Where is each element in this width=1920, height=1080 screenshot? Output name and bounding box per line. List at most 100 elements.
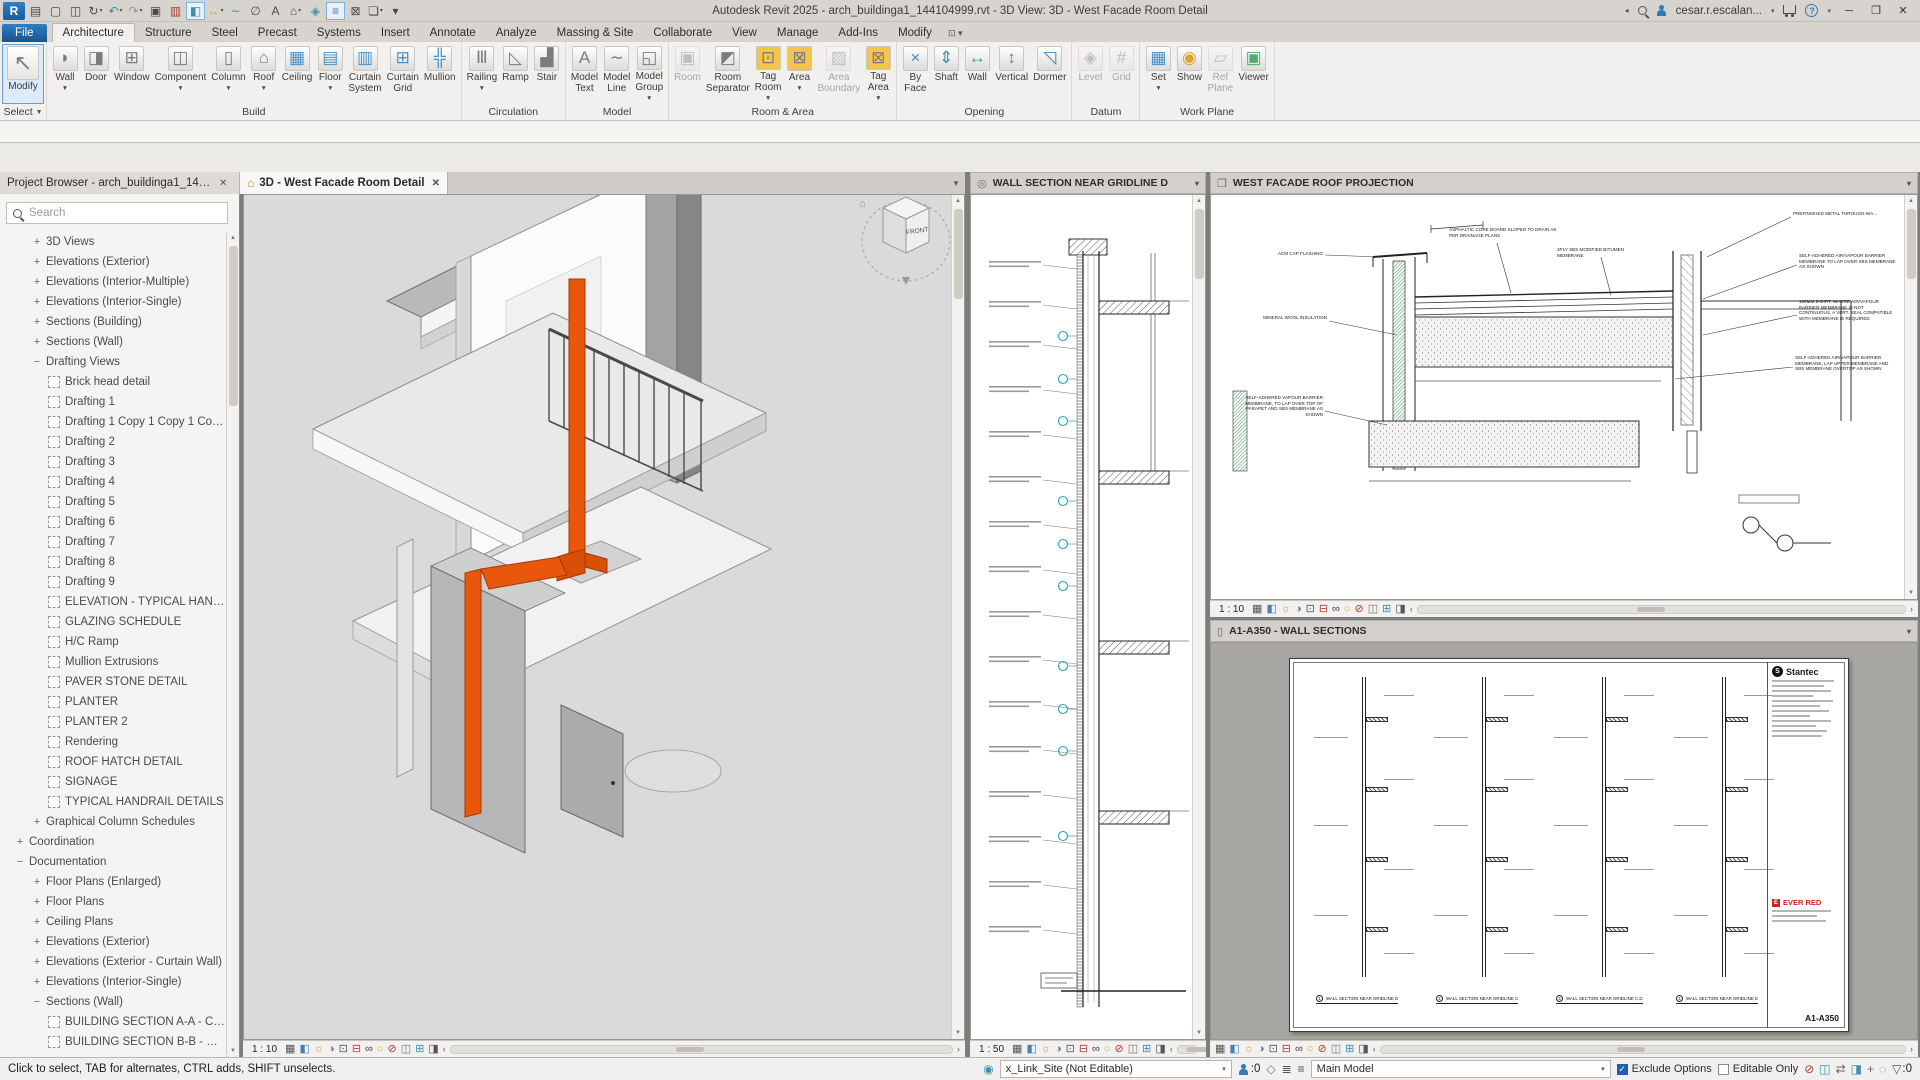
ribbon-button-shaft[interactable]: ⇕ Shaft (931, 45, 961, 103)
ribbon-tab-view[interactable]: View (722, 24, 767, 42)
tree-item-floor-plans[interactable]: + Floor Plans (0, 892, 226, 912)
link-list-icon[interactable]: ≡ (1298, 1062, 1305, 1076)
sun-path-icon[interactable]: ☼ (1281, 603, 1291, 615)
analytical-model-icon[interactable]: ⊞ (1345, 1043, 1354, 1055)
wall-section-canvas[interactable]: ▲ ▼ (970, 194, 1206, 1040)
design-options-icon[interactable]: ◇ (1266, 1062, 1275, 1076)
horizontal-scrollbar[interactable] (1416, 604, 1906, 614)
tree-item-drafting-views[interactable]: − Drafting Views (0, 352, 226, 372)
dropdown-chevron-icon[interactable]: ▼ (796, 85, 802, 92)
visual-style-icon[interactable]: ◧ (299, 1043, 309, 1055)
select-ring-icon[interactable]: ◌ (1879, 1062, 1886, 1076)
expand-icon[interactable]: + (31, 876, 43, 888)
dropdown-chevron-icon[interactable]: ▼ (261, 85, 267, 92)
save-icon[interactable]: ◫ (66, 2, 85, 20)
minimize-button[interactable]: ─ (1840, 5, 1858, 17)
temporary-view-properties-icon[interactable]: ◫ (1331, 1043, 1341, 1055)
view-scale[interactable]: 1 : 50 (975, 1044, 1008, 1055)
crop-view-icon[interactable]: ⊡ (1269, 1043, 1278, 1055)
tree-item-drafting-1-copy-1-copy-1-copy-1[interactable]: Drafting 1 Copy 1 Copy 1 Copy 1 (0, 412, 226, 432)
default-3d-view-icon[interactable]: ⌂ ▾ (286, 2, 305, 20)
editable-only-checkbox[interactable]: Editable Only (1717, 1063, 1798, 1075)
tree-item-drafting-3[interactable]: Drafting 3 (0, 452, 226, 472)
sheet-window-titlebar[interactable]: ▯ A1-A350 - WALL SECTIONS ▾ (1210, 620, 1918, 642)
tree-item-coordination[interactable]: + Coordination (0, 832, 226, 852)
ribbon-button-ramp[interactable]: ◺ Ramp (500, 45, 531, 103)
shadows-icon[interactable]: ◑ (1055, 1043, 1062, 1055)
worksharing-display-icon[interactable]: ⊘ (388, 1043, 397, 1055)
tree-item-drafting-8[interactable]: Drafting 8 (0, 552, 226, 572)
panel-dropdown-icon[interactable]: ▼ (36, 109, 43, 116)
ribbon-button-area[interactable]: ⊠ Area ▼ (784, 45, 814, 103)
dropdown-chevron-icon[interactable]: ▼ (62, 85, 68, 92)
section-icon[interactable]: ◈ (306, 2, 325, 20)
tree-item-drafting-7[interactable]: Drafting 7 (0, 532, 226, 552)
roof-projection-window-titlebar[interactable]: ❐ WEST FACADE ROOF PROJECTION ▾ (1210, 172, 1918, 194)
ribbon-button-model-line[interactable]: ∼ Model Line (601, 45, 632, 103)
tree-item-elevations-interior-single[interactable]: + Elevations (Interior-Single) (0, 972, 226, 992)
expand-icon[interactable]: + (31, 816, 43, 828)
scroll-down-icon[interactable]: ▼ (227, 1045, 239, 1057)
switch-windows-icon[interactable]: ❏ ▾ (366, 2, 385, 20)
ribbon-button-door[interactable]: ◨ Door (81, 45, 111, 103)
close-button[interactable]: ✕ (1894, 4, 1912, 17)
reveal-hidden-elements-icon[interactable]: ○ (1104, 1043, 1111, 1055)
ribbon-tab-architecture[interactable]: Architecture (51, 23, 135, 42)
window-menu-icon[interactable]: ▾ (1907, 627, 1911, 636)
ribbon-button-component[interactable]: ◫ Component ▼ (153, 45, 209, 103)
editing-requests-count[interactable]: :0 (1238, 1063, 1260, 1075)
exclude-options-checkbox[interactable]: ✓ Exclude Options (1616, 1063, 1712, 1075)
horizontal-scrollbar[interactable] (449, 1044, 953, 1054)
3d-view-scrollbar[interactable]: ▲ ▼ (951, 195, 964, 1039)
revit-logo[interactable]: R (3, 1, 25, 20)
ribbon-button-tag-area[interactable]: ⊠ Tag Area ▼ (863, 45, 893, 103)
borrowers-icon[interactable]: ◨ (1851, 1062, 1862, 1076)
ribbon-button-modify[interactable]: ↖ Modify (2, 44, 44, 104)
tree-item-drafting-4[interactable]: Drafting 4 (0, 472, 226, 492)
collapse-icon[interactable]: − (31, 356, 43, 368)
expand-icon[interactable]: + (31, 236, 43, 248)
undo-icon[interactable]: ↶ ▾ (106, 2, 125, 20)
ribbon-tab-file[interactable]: File (2, 24, 47, 42)
tree-item-ceiling-plans[interactable]: + Ceiling Plans (0, 912, 226, 932)
tree-item-planter-2[interactable]: PLANTER 2 (0, 712, 226, 732)
tree-item-h-c-ramp[interactable]: H/C Ramp (0, 632, 226, 652)
sun-path-icon[interactable]: ☼ (1041, 1043, 1051, 1055)
redo-icon[interactable]: ↷ ▾ (126, 2, 145, 20)
ribbon-button-model-group[interactable]: ◱ Model Group ▼ (633, 45, 665, 103)
sun-path-icon[interactable]: ☼ (1244, 1043, 1254, 1055)
ribbon-button-set[interactable]: ▦ Set ▼ (1143, 45, 1173, 103)
selection-filter[interactable]: ▽ :0 (1892, 1062, 1912, 1076)
dropdown-chevron-icon[interactable]: ▾ (120, 7, 123, 14)
sheet-canvas[interactable]: 1 WALL SECTION NEAR GRIDLINE D 2 WALL SECTI… (1210, 642, 1918, 1040)
wall-section-scrollbar[interactable]: ▲ ▼ (1192, 195, 1205, 1039)
ribbon-button-show[interactable]: ◉ Show (1174, 45, 1204, 103)
browser-scrollbar[interactable]: ▲ ▼ (226, 232, 239, 1057)
project-browser-tab[interactable]: Project Browser - arch_buildinga1_144104… (0, 172, 240, 194)
dropdown-chevron-icon[interactable]: ▾ (100, 7, 103, 14)
dropdown-chevron-icon[interactable]: ▾ (380, 7, 383, 14)
tree-item-glazing-schedule[interactable]: GLAZING SCHEDULE (0, 612, 226, 632)
visual-style-icon[interactable]: ◧ (1229, 1043, 1239, 1055)
expand-icon[interactable]: + (31, 256, 43, 268)
tree-item-elevations-exterior[interactable]: + Elevations (Exterior) (0, 252, 226, 272)
tree-item-building-section-a-a-callout[interactable]: BUILDING SECTION A-A - Callout (0, 1012, 226, 1032)
view-scale[interactable]: 1 : 10 (1215, 604, 1248, 615)
scroll-left-icon[interactable]: ‹ (1373, 1044, 1376, 1054)
restore-button[interactable]: ❐ (1867, 4, 1885, 17)
shadows-icon[interactable]: ◑ (328, 1043, 335, 1055)
detail-level-icon[interactable]: ▦ (1012, 1043, 1022, 1055)
model-line-icon[interactable]: ∼ (226, 2, 245, 20)
tree-item-building-section-b-b-callout[interactable]: BUILDING SECTION B-B - Callout (0, 1032, 226, 1052)
tree-item-elevations-exterior-curtain-wall[interactable]: + Elevations (Exterior - Curtain Wall) (0, 952, 226, 972)
active-workset-dropdown[interactable]: x_Link_Site (Not Editable) ▾ (999, 1060, 1232, 1078)
3d-view-canvas[interactable]: FRONT ⌂ ▲ ▼ (243, 194, 965, 1040)
tree-item-drafting-9[interactable]: Drafting 9 (0, 572, 226, 592)
relinquish-icon[interactable]: ⇄ (1836, 1062, 1846, 1076)
help-icon[interactable]: ? (1805, 4, 1819, 17)
temporary-hide-isolate-icon[interactable]: ∞ (1092, 1043, 1100, 1055)
roof-projection-scrollbar[interactable]: ▲ ▼ (1904, 195, 1917, 599)
roof-projection-canvas[interactable]: ACM CAP FLASHING MINERAL WOOL INSULATION S… (1210, 194, 1918, 600)
viewcube-home-icon[interactable]: ⌂ (859, 198, 866, 210)
tree-item-elevations-interior-single[interactable]: + Elevations (Interior-Single) (0, 292, 226, 312)
